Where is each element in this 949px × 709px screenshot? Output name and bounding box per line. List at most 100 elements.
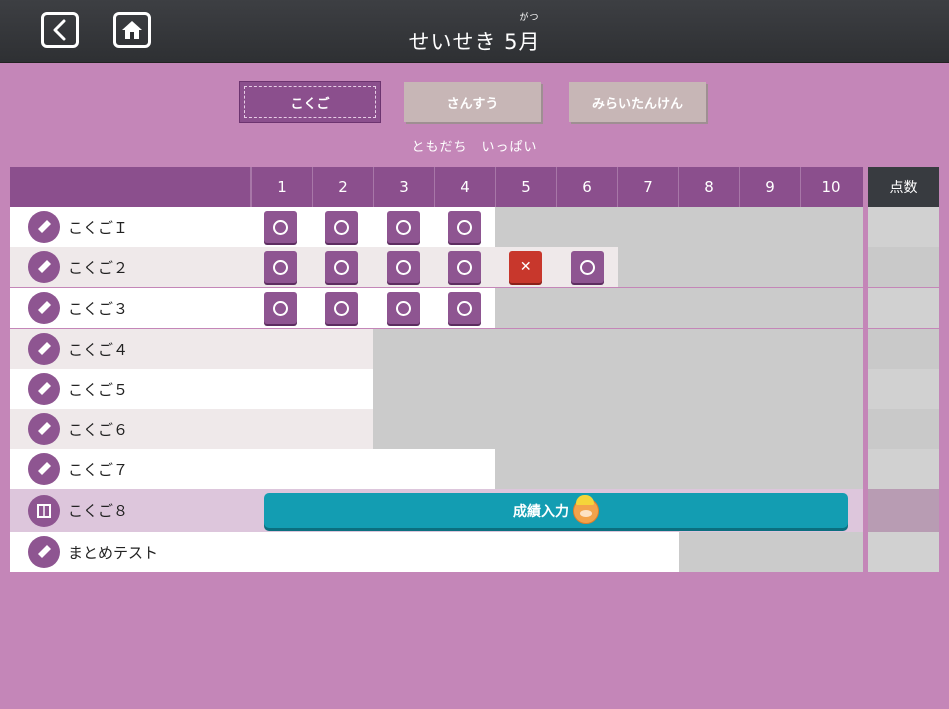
- score-row: こくご５: [10, 369, 863, 409]
- grade-input-label: 成績入力: [513, 503, 569, 520]
- correct-mark[interactable]: [325, 251, 359, 283]
- locked-area: [679, 532, 863, 572]
- score-cell: [868, 369, 939, 409]
- title-ruby: がつ: [519, 13, 540, 23]
- column-header-9: 9: [739, 167, 800, 207]
- row-label[interactable]: こくご２: [28, 247, 128, 287]
- row-label[interactable]: こくご７: [28, 449, 128, 489]
- column-header-6: 6: [556, 167, 617, 207]
- score-cell: [868, 207, 939, 247]
- column-header-3: 3: [373, 167, 434, 207]
- pencil-icon: [28, 373, 60, 405]
- correct-mark[interactable]: [447, 292, 481, 324]
- locked-area: [372, 409, 863, 449]
- title-kanji: 月: [518, 30, 541, 54]
- tab-sansu[interactable]: さんすう: [404, 82, 541, 122]
- correct-mark[interactable]: [264, 251, 297, 283]
- locked-area: [617, 247, 863, 287]
- score-cell: [868, 409, 939, 449]
- tab-kokugo[interactable]: こくご: [240, 82, 380, 122]
- score-row: こくご４: [10, 329, 863, 369]
- score-cell: [868, 449, 939, 489]
- circle-icon: [273, 259, 288, 275]
- circle-icon: [456, 259, 472, 275]
- row-label[interactable]: こくご５: [28, 369, 128, 409]
- score-cell: [868, 329, 939, 369]
- locked-area: [372, 369, 863, 409]
- correct-mark[interactable]: [325, 292, 359, 324]
- score-header: 点数: [868, 167, 939, 207]
- circle-icon: [456, 219, 472, 235]
- correct-mark[interactable]: [325, 211, 359, 243]
- correct-mark[interactable]: [447, 211, 481, 243]
- score-cell: [868, 489, 939, 532]
- correct-mark[interactable]: [264, 292, 297, 324]
- circle-icon: [395, 219, 411, 235]
- row-label-text: こくご２: [68, 258, 129, 277]
- unit-title: ともだち いっぱい: [411, 140, 538, 155]
- circle-icon: [579, 259, 595, 275]
- grade-input-button[interactable]: 成績入力: [264, 493, 848, 528]
- circle-icon: [273, 300, 288, 316]
- score-row: こくご７: [10, 449, 863, 489]
- title-month: がつ月: [518, 13, 541, 56]
- row-label[interactable]: こくご８: [28, 489, 128, 532]
- circle-icon: [395, 259, 411, 275]
- pencil-icon: [28, 453, 60, 485]
- circle-icon: [334, 300, 350, 316]
- circle-icon: [456, 300, 472, 316]
- pencil-icon: [28, 211, 60, 243]
- row-label[interactable]: こくごＩ: [28, 207, 128, 247]
- score-cell: [868, 532, 939, 572]
- row-label-text: こくご６: [68, 420, 129, 439]
- column-header-5: 5: [495, 167, 556, 207]
- row-label-text: こくご４: [68, 340, 129, 359]
- row-label[interactable]: こくご３: [28, 288, 128, 328]
- column-header-4: 4: [434, 167, 495, 207]
- row-label[interactable]: まとめテスト: [28, 532, 158, 572]
- correct-mark[interactable]: [447, 251, 481, 283]
- row-label[interactable]: こくご６: [28, 409, 128, 449]
- correct-mark[interactable]: [386, 251, 420, 283]
- circle-icon: [334, 259, 350, 275]
- circle-icon: [395, 300, 411, 316]
- mascot-icon: [573, 494, 599, 524]
- score-cell: [868, 288, 939, 328]
- row-label[interactable]: こくご４: [28, 329, 128, 369]
- locked-area: [372, 329, 863, 369]
- correct-mark[interactable]: [386, 211, 420, 243]
- book-icon: [28, 494, 60, 527]
- pencil-icon: [28, 413, 60, 445]
- row-label-text: こくご３: [68, 299, 129, 318]
- locked-area: [495, 207, 863, 247]
- column-header-10: 10: [800, 167, 861, 207]
- circle-icon: [273, 219, 288, 235]
- row-label-text: こくご７: [68, 460, 129, 479]
- subject-tabs: こくご さんすう みらいたんけん: [0, 82, 949, 122]
- column-header-1: 1: [251, 167, 312, 207]
- correct-mark[interactable]: [570, 251, 604, 283]
- score-row: こくご２ ✕: [10, 247, 863, 287]
- score-row: まとめテスト: [10, 532, 863, 572]
- score-row: こくごＩ: [10, 207, 863, 247]
- column-header-2: 2: [312, 167, 373, 207]
- page-title: せいせき 5 がつ月: [0, 13, 949, 56]
- correct-mark[interactable]: [264, 211, 297, 243]
- circle-icon: [334, 219, 350, 235]
- tab-mirai-tanken[interactable]: みらいたんけん: [569, 82, 706, 122]
- row-label-text: まとめテスト: [68, 543, 159, 562]
- score-row: こくご６: [10, 409, 863, 449]
- grid-header: 1 2 3 4 5 6 7 8 9 10: [10, 167, 863, 207]
- correct-mark[interactable]: [386, 292, 420, 324]
- score-row: こくご３: [10, 288, 863, 328]
- row-label-text: こくご８: [68, 502, 129, 520]
- title-text: せいせき 5: [408, 30, 519, 54]
- pencil-icon: [28, 292, 60, 324]
- wrong-mark[interactable]: ✕: [509, 251, 543, 283]
- pencil-icon: [28, 333, 60, 365]
- locked-area: [495, 288, 863, 328]
- column-header-7: 7: [617, 167, 678, 207]
- row-label-text: こくごＩ: [68, 218, 129, 237]
- pencil-icon: [28, 536, 60, 568]
- header-bar: せいせき 5 がつ月: [0, 0, 949, 63]
